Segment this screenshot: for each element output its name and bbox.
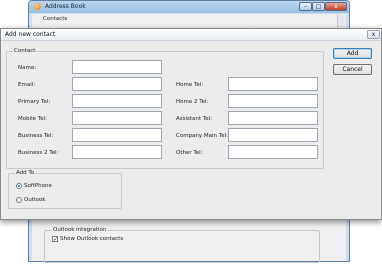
other-tel-label: Other Tel:	[176, 150, 203, 156]
primary-tel-label: Primary Tel:	[18, 99, 51, 105]
softphone-radio-label[interactable]: SoftPhone	[24, 183, 52, 189]
close-button[interactable]: x	[325, 2, 347, 11]
add-button[interactable]: Add	[333, 48, 372, 59]
maximize-button[interactable]: □	[312, 2, 325, 11]
window-title: Address Book	[45, 3, 86, 10]
home-tel-label: Home Tel:	[176, 82, 204, 88]
contact-group: Contact Name: Email: Primary Tel: Mobile…	[6, 48, 324, 169]
assistant-tel-label: Assistant Tel:	[176, 116, 212, 122]
business-tel-label: Business Tel:	[18, 133, 54, 139]
app-icon	[34, 3, 41, 10]
outlook-integration-title: Outlook integration	[52, 227, 108, 233]
email-input[interactable]	[72, 77, 162, 91]
add-to-group: Add To SoftPhone Outlook	[8, 170, 122, 209]
email-label: Email:	[18, 82, 36, 88]
dialog-titlebar: Add new contact x	[1, 29, 381, 41]
show-outlook-contacts-label: Show Outlook contacts	[60, 236, 124, 242]
assistant-tel-input[interactable]	[228, 111, 318, 125]
mobile-tel-label: Mobile Tel:	[18, 116, 47, 122]
outlook-integration-group: Outlook integration ✓ Show Outlook conta…	[44, 227, 320, 263]
business-tel-input[interactable]	[72, 128, 162, 142]
company-main-tel-input[interactable]	[228, 128, 318, 142]
add-contact-dialog: Add new contact x Contact Name: Email: P…	[0, 28, 382, 220]
company-main-tel-label: Company Main Tel:	[176, 133, 228, 139]
cancel-button[interactable]: Cancel	[333, 64, 372, 75]
outlook-radio-label[interactable]: Outlook	[24, 197, 45, 203]
name-input[interactable]	[72, 60, 162, 74]
mobile-tel-input[interactable]	[72, 111, 162, 125]
dialog-close-button[interactable]: x	[367, 30, 380, 39]
contacts-label: Contacts	[43, 16, 68, 22]
minimize-button[interactable]: –	[299, 2, 312, 11]
other-tel-input[interactable]	[228, 145, 318, 159]
outlook-radio[interactable]	[16, 197, 22, 203]
home-2-tel-label: Home 2 Tel:	[176, 99, 209, 105]
contact-group-title: Contact	[13, 48, 37, 54]
name-label: Name:	[18, 65, 37, 71]
home-2-tel-input[interactable]	[228, 94, 318, 108]
add-to-group-title: Add To	[15, 170, 36, 176]
home-tel-input[interactable]	[228, 77, 318, 91]
softphone-radio[interactable]	[16, 183, 22, 189]
show-outlook-contacts-checkbox[interactable]: ✓	[52, 236, 58, 243]
business-2-tel-input[interactable]	[72, 145, 162, 159]
primary-tel-input[interactable]	[72, 94, 162, 108]
address-book-titlebar: Address Book – □ x	[29, 1, 349, 13]
dialog-title: Add new contact	[5, 31, 56, 38]
business-2-tel-label: Business 2 Tel:	[18, 150, 59, 156]
